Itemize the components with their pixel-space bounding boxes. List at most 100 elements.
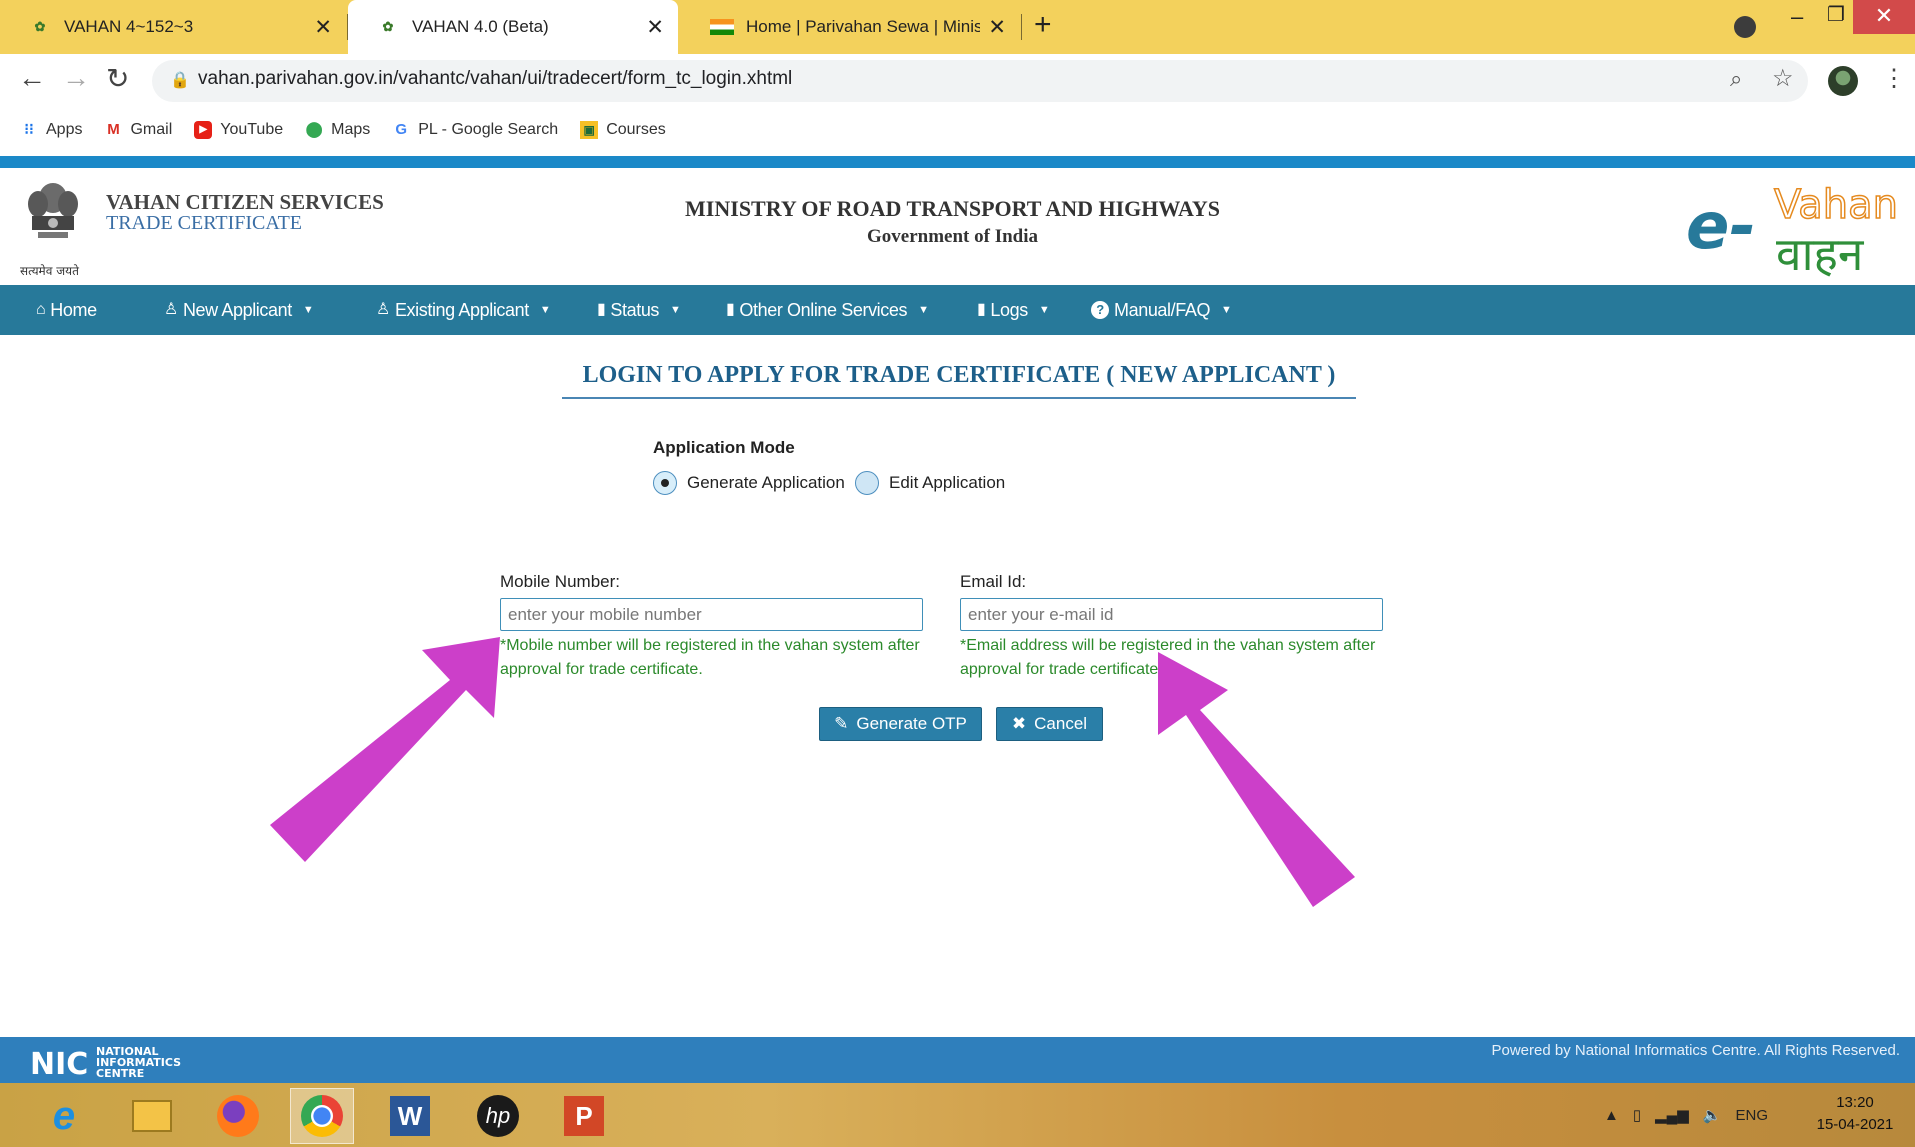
user-icon: ♙ — [164, 301, 178, 318]
firefox-icon[interactable] — [206, 1088, 270, 1144]
signal-icon[interactable]: ▂▄▆ — [1655, 1106, 1689, 1124]
question-icon: ? — [1091, 301, 1109, 319]
word-icon[interactable]: W — [378, 1088, 442, 1144]
e-vahan-logo: e- Vahan वाहन — [1686, 181, 1899, 278]
bookmark-maps[interactable]: ⬤ Maps — [305, 121, 371, 139]
user-icon: ♙ — [376, 301, 390, 318]
bookmark-label: Courses — [606, 121, 666, 138]
bookmark-youtube[interactable]: ▶ YouTube — [194, 121, 283, 139]
header-accent-strip — [0, 156, 1915, 168]
caret-down-icon: ▼ — [1221, 304, 1232, 316]
downloads-icon[interactable] — [1734, 16, 1756, 38]
caret-down-icon: ▼ — [1038, 304, 1050, 316]
tab-divider — [1021, 14, 1022, 40]
profile-avatar[interactable] — [1828, 66, 1858, 96]
system-tray: ▲ ▯ ▂▄▆ 🔈 ENG — [1604, 1106, 1769, 1125]
browser-tab-active[interactable]: ✿ VAHAN 4.0 (Beta) ✕ — [348, 0, 678, 54]
mobile-number-label: Mobile Number: — [500, 572, 620, 591]
nav-status[interactable]: ▮ Status ▼ — [597, 285, 681, 335]
bookmark-courses[interactable]: ▣ Courses — [580, 121, 666, 139]
close-icon[interactable]: ✕ — [314, 15, 332, 40]
nav-manual-faq[interactable]: ? Manual/FAQ ▼ — [1091, 285, 1232, 335]
nav-home[interactable]: ⌂ Home — [36, 285, 97, 335]
nav-label: Manual/FAQ — [1114, 300, 1211, 320]
radio-label-generate[interactable]: Generate Application — [687, 473, 845, 493]
gmail-icon: M — [107, 121, 120, 138]
tab-title: VAHAN 4~152~3 — [64, 17, 194, 36]
lock-icon[interactable]: 🔒 — [170, 70, 190, 90]
internet-explorer-icon[interactable]: e — [32, 1088, 96, 1144]
email-id-label: Email Id: — [960, 572, 1027, 591]
caret-down-icon: ▼ — [302, 304, 314, 316]
nav-new-applicant[interactable]: ♙ New Applicant ▼ — [164, 285, 314, 335]
svg-text:e-: e- — [1686, 190, 1756, 264]
bookmark-gmail[interactable]: M Gmail — [104, 121, 172, 139]
browser-tab[interactable]: Home | Parivahan Sewa | Ministry ✕ — [682, 0, 1020, 54]
reload-icon[interactable]: ↻ — [106, 62, 129, 95]
powerpoint-icon[interactable]: P — [552, 1088, 616, 1144]
forward-icon[interactable]: → — [62, 62, 90, 94]
new-tab-icon[interactable]: + — [1034, 8, 1052, 42]
bookmark-label: Gmail — [130, 121, 173, 138]
annotation-arrow-right — [1158, 652, 1355, 907]
svg-text:NIC: NIC — [30, 1047, 88, 1080]
book-icon: ▮ — [726, 301, 735, 318]
nav-label: Home — [50, 300, 97, 320]
bookmark-apps[interactable]: ⁝⁝ Apps — [20, 121, 82, 139]
language-indicator[interactable]: ENG — [1736, 1107, 1769, 1124]
emblem-motto: सत्यमेव जयते — [20, 264, 79, 278]
browser-tab[interactable]: ✿ VAHAN 4~152~3 ✕ — [0, 0, 346, 54]
radio-label-edit[interactable]: Edit Application — [889, 473, 1005, 493]
caret-down-icon: ▼ — [539, 304, 551, 316]
email-id-input[interactable] — [960, 598, 1383, 631]
file-explorer-icon[interactable] — [120, 1088, 184, 1144]
bookmark-label: Maps — [331, 121, 371, 138]
svg-text:Vahan: Vahan — [1774, 182, 1898, 228]
youtube-icon: ▶ — [194, 121, 213, 139]
hp-icon[interactable]: hp — [466, 1088, 530, 1144]
generate-otp-button[interactable]: ✎ Generate OTP — [819, 707, 982, 741]
nav-other-online-services[interactable]: ▮ Other Online Services ▼ — [726, 285, 929, 335]
taskbar-clock[interactable]: 13:20 15-04-2021 — [1800, 1092, 1910, 1136]
minimize-icon[interactable]: – — [1791, 4, 1803, 30]
cancel-button[interactable]: ✖ Cancel — [996, 707, 1103, 741]
annotation-arrows — [270, 637, 1355, 907]
close-icon[interactable]: ✕ — [988, 15, 1006, 40]
zoom-icon[interactable]: ⌕ — [1730, 66, 1742, 92]
close-icon[interactable]: ✕ — [646, 15, 664, 40]
nav-label: Other Online Services — [739, 300, 908, 320]
clock-date: 15-04-2021 — [1816, 1116, 1894, 1133]
chrome-icon[interactable] — [290, 1088, 354, 1144]
bookmark-star-icon[interactable]: ☆ — [1772, 64, 1794, 93]
nav-label: New Applicant — [182, 300, 292, 320]
caret-down-icon: ▼ — [670, 304, 681, 316]
radio-generate-application[interactable] — [653, 471, 677, 495]
close-icon: ✖ — [1011, 714, 1027, 733]
window-close-icon[interactable]: ✕ — [1853, 0, 1915, 34]
nav-existing-applicant[interactable]: ♙ Existing Applicant ▼ — [376, 285, 551, 335]
back-icon[interactable]: ← — [18, 62, 46, 94]
nav-label: Existing Applicant — [394, 300, 529, 320]
button-label: Generate OTP — [856, 714, 967, 733]
government-name: Government of India — [867, 226, 1038, 247]
menu-kebab-icon[interactable]: ⋮ — [1882, 64, 1906, 93]
vahan-favicon-icon: ✿ — [34, 19, 46, 34]
battery-icon[interactable]: ▯ — [1633, 1106, 1641, 1124]
key-icon: ✎ — [834, 714, 849, 733]
classroom-icon: ▣ — [580, 121, 599, 139]
volume-icon[interactable]: 🔈 — [1703, 1106, 1722, 1124]
restore-icon[interactable]: ❐ — [1827, 2, 1845, 27]
caret-down-icon: ▼ — [918, 304, 929, 316]
radio-edit-application[interactable] — [855, 471, 879, 495]
nav-logs[interactable]: ▮ Logs ▼ — [977, 285, 1050, 335]
bookmark-google-search[interactable]: G PL - Google Search — [392, 121, 558, 139]
clock-time: 13:20 — [1836, 1094, 1874, 1111]
bookmark-label: PL - Google Search — [418, 121, 559, 138]
tab-title: Home | Parivahan Sewa | Ministry — [746, 17, 981, 36]
tray-expand-icon[interactable]: ▲ — [1604, 1107, 1619, 1124]
nic-name-line: CENTRE — [96, 1067, 144, 1080]
mobile-number-input[interactable] — [500, 598, 923, 631]
url-text[interactable]: vahan.parivahan.gov.in/vahantc/vahan/ui/… — [198, 68, 792, 90]
maps-pin-icon: ⬤ — [305, 121, 323, 138]
mobile-number-note: *Mobile number will be registered in the… — [500, 637, 920, 678]
